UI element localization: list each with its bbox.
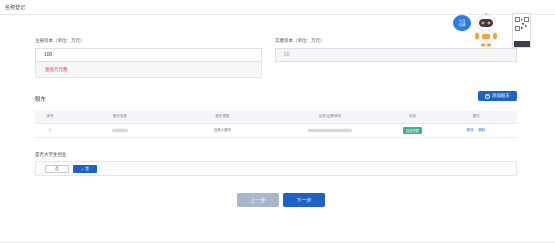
option-no-button[interactable]: 否: [45, 165, 69, 173]
registered-capital-label: 注册资本（单位：万元）: [35, 38, 85, 43]
page-card: 名称登记 注册资本（单位：万元） 100 壹佰万元整 实缴资本（单位：万元） 5…: [0, 0, 555, 241]
paid-in-capital-label: 实缴资本（单位：万元）: [275, 38, 325, 43]
operations-cell: 修改 | 删除: [435, 123, 517, 138]
assistant-widget[interactable]: 小当 问我: [453, 13, 503, 49]
robot-mascot-icon: [475, 13, 497, 47]
check-icon: ✓: [80, 166, 85, 172]
table-header-row: 序号 股东名称 股东类型 证件/证照号码 状态 操作: [35, 111, 517, 124]
edit-link[interactable]: 修改: [467, 128, 474, 132]
column-header: 操作: [435, 111, 517, 124]
next-step-button[interactable]: 下一步: [283, 193, 325, 207]
column-header: 股东类型: [175, 111, 270, 124]
id-number-redacted: [270, 123, 390, 138]
plus-circle-icon: +: [485, 93, 490, 99]
shareholders-section-title: 股东: [35, 97, 47, 103]
table-row: 1 自然人股东 信息完整 修改 | 删除: [35, 123, 517, 138]
college-student-radio-group: 否 ✓ 是: [35, 161, 517, 176]
paid-in-capital-value: 50: [284, 52, 290, 58]
delete-link[interactable]: 删除: [478, 128, 485, 132]
assistant-speech-bubble: 小当 问我: [453, 15, 471, 31]
shareholders-table: 序号 股东名称 股东类型 证件/证照号码 状态 操作 1 自然人股东 信息完整 …: [35, 111, 517, 138]
shareholder-name-redacted: [65, 123, 175, 138]
college-student-label: 是否大学生创业: [35, 152, 67, 157]
paid-in-capital-input[interactable]: 50: [275, 48, 517, 62]
previous-step-button[interactable]: 上一步: [237, 193, 279, 207]
capital-amount-in-words: 壹佰万元整: [35, 62, 262, 78]
column-header: 状态: [390, 111, 435, 124]
add-shareholder-label: 添加股东: [492, 93, 510, 98]
row-index: 1: [35, 123, 65, 138]
qr-label-bar: [514, 41, 530, 47]
column-header: 股东名称: [65, 111, 175, 124]
option-yes-label: 是: [85, 166, 90, 171]
registered-capital-value: 100: [44, 52, 53, 58]
separator: |: [475, 127, 477, 132]
option-yes-button[interactable]: ✓ 是: [73, 165, 97, 173]
column-header: 证件/证照号码: [270, 111, 390, 124]
status-cell: 信息完整: [390, 123, 435, 138]
assistant-bubble-line2: 问我: [458, 23, 466, 27]
next-step-label: 下一步: [296, 197, 312, 204]
registered-capital-input[interactable]: 100: [35, 48, 262, 62]
add-shareholder-button[interactable]: + 添加股东: [478, 91, 517, 101]
column-header: 序号: [35, 111, 65, 124]
previous-step-label: 上一步: [250, 197, 266, 204]
option-no-label: 否: [55, 166, 59, 171]
qr-code-icon: [515, 17, 529, 31]
status-badge: 信息完整: [403, 126, 422, 134]
page-title: 名称登记: [5, 5, 26, 11]
qr-code-widget[interactable]: [512, 13, 531, 48]
shareholder-type: 自然人股东: [175, 123, 270, 138]
